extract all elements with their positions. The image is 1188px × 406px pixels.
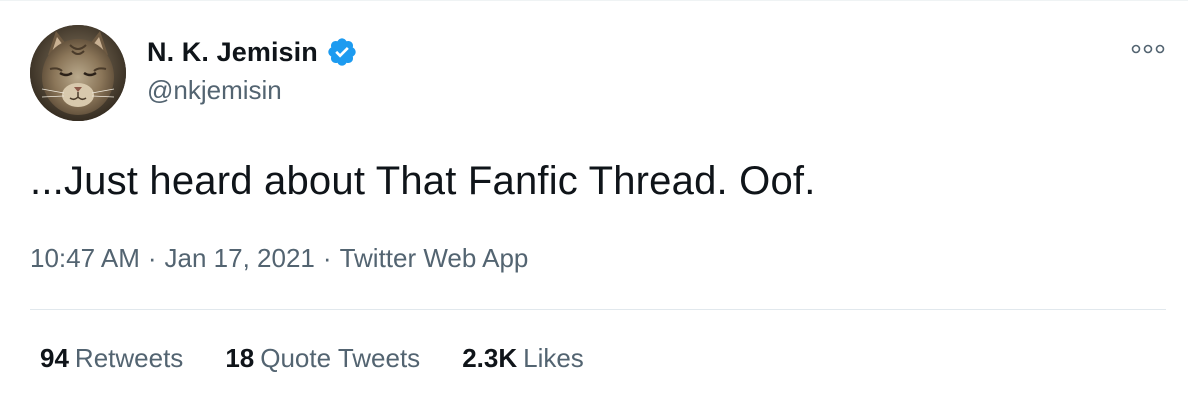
- retweets-label: Retweets: [74, 343, 184, 373]
- retweets-count: 94: [40, 343, 69, 373]
- quote-tweets-count: 18: [225, 343, 255, 373]
- likes-count: 2.3K: [462, 343, 518, 373]
- tweet-date[interactable]: Jan 17, 2021: [165, 243, 315, 273]
- separator: ·: [322, 243, 332, 273]
- more-options-button[interactable]: [1130, 37, 1166, 61]
- likes-label: Likes: [523, 343, 584, 373]
- verified-badge-icon: [326, 36, 358, 68]
- retweets-stat[interactable]: 94 Retweets: [40, 343, 183, 374]
- divider: [30, 309, 1166, 310]
- likes-stat[interactable]: 2.3K Likes: [462, 343, 584, 374]
- tweet-text: ...Just heard about That Fanfic Thread. …: [30, 159, 816, 203]
- user-handle[interactable]: @nkjemisin: [147, 75, 358, 106]
- tweet-card: N. K. Jemisin @nkjemisin ...Just heard a…: [0, 0, 1188, 406]
- name-row: N. K. Jemisin: [147, 35, 358, 69]
- avatar[interactable]: [30, 25, 126, 121]
- more-options-icon: [1131, 44, 1165, 54]
- quote-tweets-label: Quote Tweets: [260, 343, 421, 373]
- display-name[interactable]: N. K. Jemisin: [147, 37, 318, 68]
- author-block: N. K. Jemisin @nkjemisin: [147, 35, 358, 106]
- engagement-stats: 94 Retweets 18 Quote Tweets 2.3K Likes: [40, 343, 626, 374]
- separator: ·: [147, 243, 157, 273]
- cat-avatar-image: [30, 25, 126, 121]
- tweet-metadata: 10:47 AM · Jan 17, 2021 · Twitter Web App: [30, 243, 528, 274]
- quote-tweets-stat[interactable]: 18 Quote Tweets: [225, 343, 420, 374]
- tweet-time[interactable]: 10:47 AM: [30, 243, 140, 273]
- tweet-source[interactable]: Twitter Web App: [340, 243, 529, 273]
